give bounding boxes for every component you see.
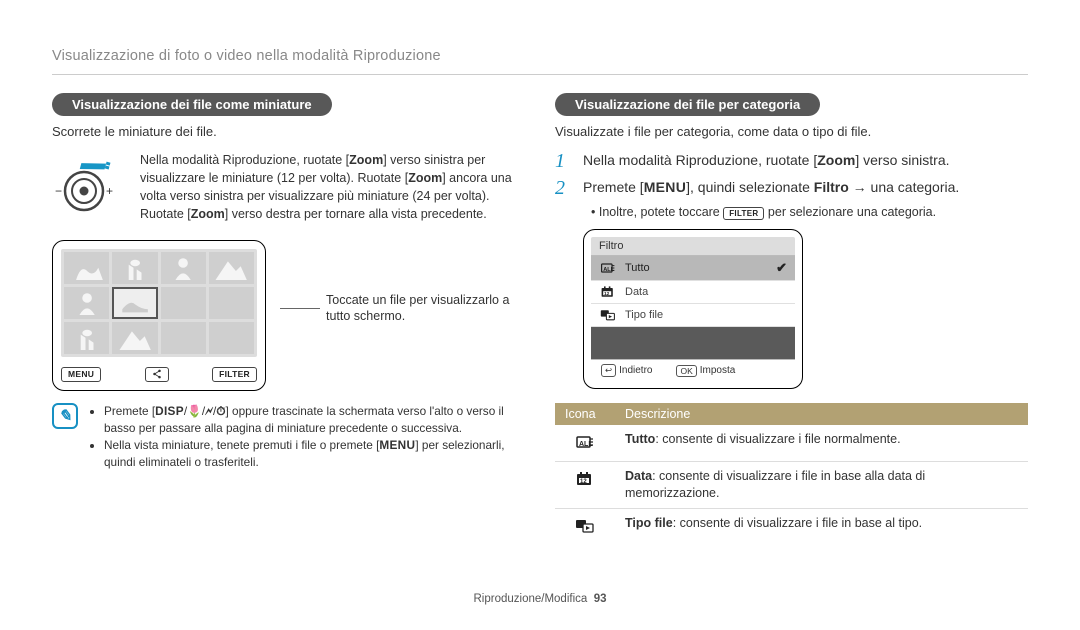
step-number-1: 1 (555, 151, 573, 171)
calendar-icon: 12 (555, 461, 615, 508)
filter-row-type[interactable]: Tipo file (591, 304, 795, 327)
filetype-icon (599, 308, 617, 322)
thumb (209, 252, 254, 284)
th-desc: Descrizione (615, 403, 1028, 425)
note-icon: ✎ (52, 403, 78, 429)
heading-category: Visualizzazione dei file per categoria (555, 93, 820, 116)
step-2: Premete [MENU], quindi selezionate Filtr… (583, 178, 959, 198)
ok-key-icon: OK (676, 365, 696, 377)
filter-panel: Filtro ALL Tutto ✔ 12 Data Tipo file (583, 229, 803, 389)
sub-bullet: • Inoltre, potete toccare FILTER per sel… (591, 205, 1028, 219)
table-row: Tipo file: consente di visualizzare i fi… (555, 508, 1028, 544)
intro-left: Scorrete le miniature dei file. (52, 124, 525, 139)
filter-chip-inline: FILTER (723, 207, 764, 220)
svg-text:12: 12 (580, 479, 587, 485)
thumb (209, 287, 254, 319)
leader-text: Toccate un file per visualizzarlo a tutt… (326, 292, 525, 326)
right-column: Visualizzazione dei file per categoria V… (555, 93, 1028, 545)
all-icon: ALL (599, 261, 617, 275)
step-1: Nella modalità Riproduzione, ruotate [Zo… (583, 151, 950, 171)
lcd-filter-chip: FILTER (212, 367, 257, 382)
thumb-selected (112, 287, 157, 319)
table-row: ALL Tutto: consente di visualizzare i fi… (555, 425, 1028, 461)
th-icon: Icona (555, 403, 615, 425)
filter-row-label: Tipo file (625, 309, 663, 321)
note-box: ✎ Premete [DISP/🌷/🗲/⏱] oppure trascinate… (52, 403, 525, 471)
thumb (112, 252, 157, 284)
thumb (161, 287, 206, 319)
step-number-2: 2 (555, 178, 573, 198)
intro-right: Visualizzate i file per categoria, come … (555, 124, 1028, 139)
all-icon: ALL (555, 425, 615, 461)
zoom-instructions: Nella modalità Riproduzione, ruotate [Zo… (140, 151, 525, 224)
filter-row-all[interactable]: ALL Tutto ✔ (591, 256, 795, 281)
lcd-menu-chip: MENU (61, 367, 101, 382)
lcd-screen: MENU FILTER (52, 240, 266, 391)
note-item-1: Premete [DISP/🌷/🗲/⏱] oppure trascinate l… (104, 403, 525, 437)
thumb (112, 322, 157, 354)
filter-blank-area (591, 327, 795, 359)
thumb (209, 322, 254, 354)
share-icon (145, 367, 169, 382)
filter-panel-title: Filtro (591, 237, 795, 256)
filter-row-label: Tutto (625, 262, 650, 274)
page-title: Visualizzazione di foto o video nella mo… (52, 48, 1028, 75)
left-column: Visualizzazione dei file come miniature … (52, 93, 525, 545)
leader-line (280, 308, 320, 309)
zoom-dial-icon: − + (52, 151, 124, 224)
svg-text:−: − (55, 184, 62, 198)
table-row: 12 Data: consente di visualizzare i file… (555, 461, 1028, 508)
svg-text:+: + (106, 184, 113, 198)
filter-row-date[interactable]: 12 Data (591, 281, 795, 304)
description-table: Icona Descrizione ALL Tutto: consente di… (555, 403, 1028, 545)
filter-back[interactable]: ↩Indietro (601, 364, 652, 377)
filetype-icon (555, 508, 615, 544)
svg-text:12: 12 (604, 291, 610, 297)
thumbnail-grid (64, 252, 254, 354)
filter-set[interactable]: OKImposta (676, 364, 735, 377)
heading-thumbnails: Visualizzazione dei file come miniature (52, 93, 332, 116)
thumb (161, 322, 206, 354)
note-item-2: Nella vista miniature, tenete premuti i … (104, 437, 525, 471)
back-key-icon: ↩ (601, 364, 616, 377)
thumb (161, 252, 206, 284)
thumb (64, 322, 109, 354)
check-icon: ✔ (776, 260, 787, 276)
filter-row-label: Data (625, 286, 648, 298)
thumb (64, 287, 109, 319)
thumb (64, 252, 109, 284)
footer: Riproduzione/Modifica 93 (0, 593, 1080, 605)
calendar-icon: 12 (599, 285, 617, 299)
